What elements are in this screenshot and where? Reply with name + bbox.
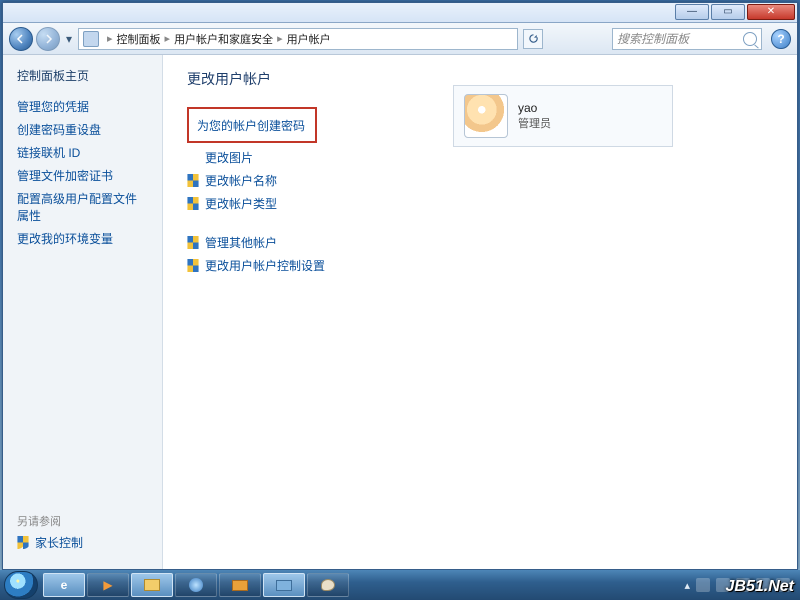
sidebar-link-online-id[interactable]: 链接联机 ID: [17, 144, 148, 161]
globe-icon: [189, 578, 203, 592]
user-role: 管理员: [518, 115, 551, 131]
history-dropdown[interactable]: ▾: [63, 29, 75, 49]
ie-icon: e: [61, 578, 68, 592]
tray-icon[interactable]: [736, 578, 750, 592]
palette-icon: [321, 579, 335, 591]
shield-icon: [17, 536, 29, 549]
sidebar-link-password-reset[interactable]: 创建密码重设盘: [17, 121, 148, 138]
tray-up-icon[interactable]: ▴: [684, 579, 690, 592]
tray-icon[interactable]: [776, 578, 790, 592]
sidebar: 控制面板主页 管理您的凭据 创建密码重设盘 链接联机 ID 管理文件加密证书 配…: [3, 55, 163, 569]
back-button[interactable]: [9, 27, 33, 51]
window-titlebar: — ▭ ✕: [3, 3, 797, 23]
breadcrumb-item[interactable]: 用户帐户: [287, 31, 331, 47]
control-panel-window: — ▭ ✕ ▾ ▸ 控制面板 ▸ 用户帐户和家庭安全 ▸ 用户帐户 搜索控制面板: [2, 2, 798, 570]
maximize-button[interactable]: ▭: [711, 4, 745, 20]
refresh-icon: [528, 33, 539, 44]
minimize-button[interactable]: —: [675, 4, 709, 20]
help-button[interactable]: ?: [771, 29, 791, 49]
action-label: 管理其他帐户: [205, 234, 277, 251]
shield-icon: [187, 236, 199, 249]
taskbar-item-paint[interactable]: [307, 573, 349, 597]
navigation-bar: ▾ ▸ 控制面板 ▸ 用户帐户和家庭安全 ▸ 用户帐户 搜索控制面板 ?: [3, 23, 797, 55]
user-name: yao: [518, 101, 551, 115]
forward-button[interactable]: [36, 27, 60, 51]
shield-icon: [187, 197, 199, 210]
breadcrumb-item[interactable]: 用户帐户和家庭安全: [174, 31, 273, 47]
system-tray[interactable]: ▴: [684, 578, 796, 592]
action-change-type[interactable]: 更改帐户类型: [187, 195, 773, 212]
breadcrumb-sep-icon: ▸: [277, 32, 283, 45]
action-uac-settings[interactable]: 更改用户帐户控制设置: [187, 257, 773, 274]
window-body: 控制面板主页 管理您的凭据 创建密码重设盘 链接联机 ID 管理文件加密证书 配…: [3, 55, 797, 569]
sidebar-link-adv-profile[interactable]: 配置高级用户配置文件属性: [17, 190, 148, 224]
see-also-label: 另请参阅: [17, 513, 61, 529]
start-button[interactable]: [4, 571, 38, 599]
search-icon: [743, 32, 757, 46]
refresh-button[interactable]: [523, 29, 543, 49]
action-manage-others[interactable]: 管理其他帐户: [187, 234, 773, 251]
action-label: 更改图片: [205, 149, 253, 166]
taskbar-item-explorer[interactable]: [131, 573, 173, 597]
maximize-icon: ▭: [723, 7, 732, 17]
taskbar-item-wmp[interactable]: ▶: [87, 573, 129, 597]
sidebar-link-credentials[interactable]: 管理您的凭据: [17, 98, 148, 115]
breadcrumb-item[interactable]: 控制面板: [117, 31, 161, 47]
action-label: 更改帐户类型: [205, 195, 277, 212]
arrow-right-icon: [43, 34, 53, 44]
taskbar-item-switcher[interactable]: [263, 573, 305, 597]
tray-icon[interactable]: [696, 578, 710, 592]
wmp-icon: ▶: [103, 578, 112, 592]
taskbar: e ▶ ▴: [0, 570, 800, 600]
sidebar-home[interactable]: 控制面板主页: [17, 67, 148, 84]
action-label: 为您的帐户创建密码: [197, 117, 305, 134]
action-change-name[interactable]: 更改帐户名称: [187, 172, 773, 189]
action-change-picture[interactable]: 更改图片: [205, 149, 773, 166]
actions-group-2: 管理其他帐户 更改用户帐户控制设置: [187, 234, 773, 274]
taskbar-item-camera[interactable]: [219, 573, 261, 597]
control-panel-icon: [83, 31, 99, 47]
tray-icon[interactable]: [756, 578, 770, 592]
folder-icon: [144, 579, 160, 591]
taskbar-item-browser[interactable]: [175, 573, 217, 597]
search-input[interactable]: 搜索控制面板: [612, 28, 762, 50]
shield-icon: [187, 259, 199, 272]
close-button[interactable]: ✕: [747, 4, 795, 20]
action-label: 更改用户帐户控制设置: [205, 257, 325, 274]
breadcrumb-sep-icon: ▸: [107, 32, 113, 45]
tray-icon[interactable]: [716, 578, 730, 592]
user-card[interactable]: yao 管理员: [453, 85, 673, 147]
avatar: [464, 94, 508, 138]
shield-icon: [187, 174, 199, 187]
sidebar-link-env-vars[interactable]: 更改我的环境变量: [17, 230, 148, 247]
breadcrumb[interactable]: ▸ 控制面板 ▸ 用户帐户和家庭安全 ▸ 用户帐户: [78, 28, 518, 50]
action-create-password[interactable]: 为您的帐户创建密码: [187, 107, 317, 143]
help-icon: ?: [777, 32, 784, 46]
taskbar-item-ie[interactable]: e: [43, 573, 85, 597]
sidebar-link-file-encrypt[interactable]: 管理文件加密证书: [17, 167, 148, 184]
see-also-parental[interactable]: 家长控制: [17, 534, 83, 551]
see-also-link-label: 家长控制: [35, 534, 83, 551]
breadcrumb-sep-icon: ▸: [165, 32, 171, 45]
main-content: 更改用户帐户 为您的帐户创建密码 更改图片 更改帐户名称 更改帐户类型: [163, 55, 797, 569]
search-placeholder: 搜索控制面板: [617, 30, 689, 47]
action-label: 更改帐户名称: [205, 172, 277, 189]
camera-icon: [232, 580, 248, 591]
window-icon: [276, 580, 292, 591]
arrow-left-icon: [16, 34, 26, 44]
minimize-icon: —: [687, 7, 697, 17]
close-icon: ✕: [767, 7, 775, 17]
user-info: yao 管理员: [518, 101, 551, 131]
